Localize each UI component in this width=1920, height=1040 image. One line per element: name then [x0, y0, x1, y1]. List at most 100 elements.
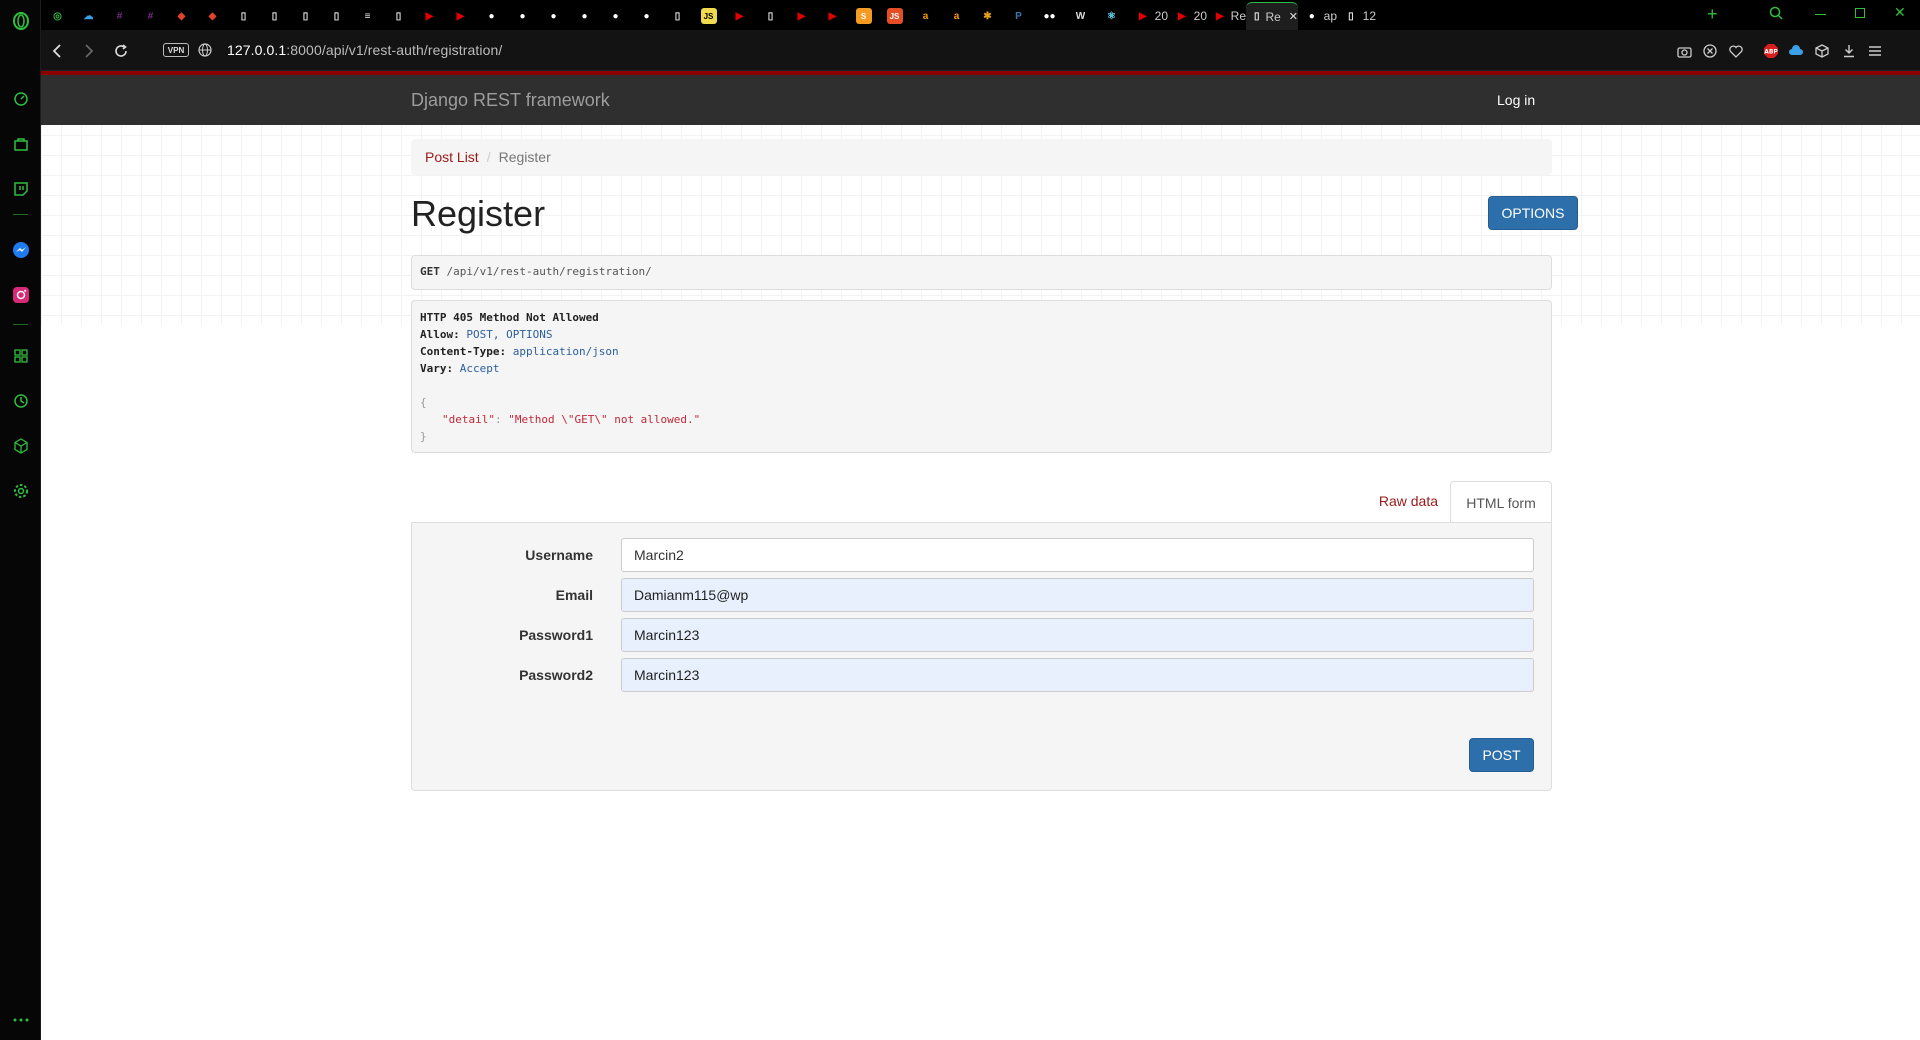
close-window-icon[interactable]: ✕ [1894, 4, 1906, 21]
back-icon[interactable] [46, 40, 68, 62]
browser-tab[interactable]: ● [569, 2, 600, 30]
url-host: 127.0.0.1 [227, 42, 287, 58]
snapshot-camera-icon[interactable] [1675, 42, 1693, 60]
browser-tab[interactable]: ▯ [662, 2, 693, 30]
shopping-bag-icon[interactable] [11, 134, 30, 153]
adblock-plus-icon[interactable]: ABP [1762, 42, 1780, 60]
browser-tab[interactable]: ▶ 20 [1168, 2, 1207, 30]
slack-icon: # [116, 10, 123, 22]
json-colon: : [494, 413, 509, 426]
opera-logo-icon[interactable] [11, 11, 30, 30]
browser-tab[interactable]: ✱ [972, 2, 1003, 30]
post-button[interactable]: POST [1469, 738, 1534, 772]
browser-tab[interactable]: ● [631, 2, 662, 30]
settings-gear-icon[interactable] [11, 481, 30, 500]
username-input[interactable] [621, 538, 1534, 572]
browser-tab[interactable]: ● [476, 2, 507, 30]
browser-tab[interactable]: ▯ [383, 2, 414, 30]
browser-tab[interactable]: ≡ [352, 2, 383, 30]
breadcrumb-current: Register [498, 149, 551, 165]
more-options-icon[interactable] [11, 1010, 30, 1029]
password1-input[interactable] [621, 618, 1534, 652]
speed-dial-icon[interactable] [11, 89, 30, 108]
browser-tab[interactable]: ●● [1034, 2, 1065, 30]
response-header-row: Vary: Accept [420, 360, 1543, 377]
browser-tab-label: 20 [1193, 9, 1207, 23]
browser-tab[interactable]: W [1065, 2, 1096, 30]
login-link[interactable]: Log in [1497, 92, 1535, 108]
browser-tab[interactable]: ☁ [73, 2, 104, 30]
cloud-extension-icon[interactable] [1787, 42, 1805, 60]
history-icon[interactable] [11, 391, 30, 410]
request-info: GET /api/v1/rest-auth/registration/ [411, 255, 1552, 290]
password2-input[interactable] [621, 658, 1534, 692]
browser-tab[interactable]: ◆ [197, 2, 228, 30]
browser-tab[interactable]: ▶ [786, 2, 817, 30]
browser-tab[interactable]: ⚛ [1096, 2, 1127, 30]
cloud-icon: ☁ [83, 10, 94, 22]
browser-tab[interactable]: P [1003, 2, 1034, 30]
url-field[interactable]: 127.0.0.1:8000/api/v1/rest-auth/registra… [227, 42, 502, 58]
youtube-icon: ▶ [1215, 10, 1224, 22]
browser-tab[interactable]: ● [507, 2, 538, 30]
extensions-cube-icon[interactable] [1813, 42, 1831, 60]
bookmark-heart-icon[interactable] [1727, 42, 1745, 60]
options-button[interactable]: OPTIONS [1488, 196, 1578, 230]
browser-tab[interactable]: JS [693, 2, 724, 30]
browser-tab[interactable]: ▯ [259, 2, 290, 30]
reload-icon[interactable] [110, 40, 132, 62]
search-tabs-icon[interactable] [1769, 6, 1783, 25]
workspaces-icon[interactable] [11, 346, 30, 365]
document-icon: ▯ [240, 10, 247, 22]
github-icon: ● [612, 10, 619, 22]
browser-tab[interactable]: ▶ [817, 2, 848, 30]
twitch-icon[interactable] [11, 179, 30, 198]
browser-tab[interactable]: ▯ 12 [1337, 2, 1376, 30]
forward-icon[interactable] [78, 40, 100, 62]
browser-tab[interactable]: JS [879, 2, 910, 30]
browser-tab[interactable]: ▯ [321, 2, 352, 30]
browser-tab[interactable]: ▯ Re ✕ [1246, 2, 1298, 30]
browser-tab[interactable]: ● ap [1298, 2, 1337, 30]
gamepad-icon: ◎ [53, 10, 62, 22]
browser-tab[interactable]: ▶ [445, 2, 476, 30]
gitlab-icon: ◆ [208, 10, 217, 22]
browser-tab[interactable]: S [848, 2, 879, 30]
extensions-icon[interactable] [11, 436, 30, 455]
browser-tab[interactable]: ● [538, 2, 569, 30]
vpn-badge[interactable]: VPN [163, 43, 189, 57]
close-tab-icon[interactable]: ✕ [1289, 10, 1298, 23]
browser-tab[interactable]: ▶ [414, 2, 445, 30]
document-icon: ▯ [333, 10, 340, 22]
browser-tab[interactable]: ◎ [42, 2, 73, 30]
browser-tab[interactable]: # [104, 2, 135, 30]
form-row-email: Email [412, 578, 1553, 612]
browser-tab[interactable]: ▯ [290, 2, 321, 30]
json-open-brace: { [420, 396, 427, 409]
browser-tab[interactable]: ● [600, 2, 631, 30]
register-form: Username Email Password1 Password2 POST [411, 522, 1552, 791]
breadcrumb-post-list-link[interactable]: Post List [425, 149, 479, 165]
browser-tab[interactable]: a [941, 2, 972, 30]
browser-tab[interactable]: ▶ Re [1207, 2, 1246, 30]
minimize-window-icon[interactable] [1815, 14, 1826, 15]
easy-setup-icon[interactable] [1866, 42, 1884, 60]
download-icon[interactable] [1840, 42, 1858, 60]
browser-tab[interactable]: # [135, 2, 166, 30]
browser-tab[interactable]: ▶ 20 [1129, 2, 1168, 30]
restore-window-icon[interactable] [1855, 8, 1865, 18]
browser-tab[interactable]: ◆ [166, 2, 197, 30]
email-input[interactable] [621, 578, 1534, 612]
drf-brand-link[interactable]: Django REST framework [411, 90, 610, 111]
browser-tab[interactable]: ▯ [228, 2, 259, 30]
browser-tab[interactable]: a [910, 2, 941, 30]
new-tab-button[interactable]: + [1707, 4, 1718, 25]
tab-raw-data[interactable]: Raw data [1379, 493, 1438, 509]
instagram-icon[interactable] [11, 285, 30, 304]
browser-tab[interactable]: ▯ [755, 2, 786, 30]
adblock-shield-icon[interactable] [1701, 42, 1719, 60]
browser-tab[interactable]: ▶ [724, 2, 755, 30]
messenger-icon[interactable] [11, 240, 30, 259]
tab-html-form[interactable]: HTML form [1450, 481, 1552, 524]
document-icon: ▯ [767, 10, 774, 22]
